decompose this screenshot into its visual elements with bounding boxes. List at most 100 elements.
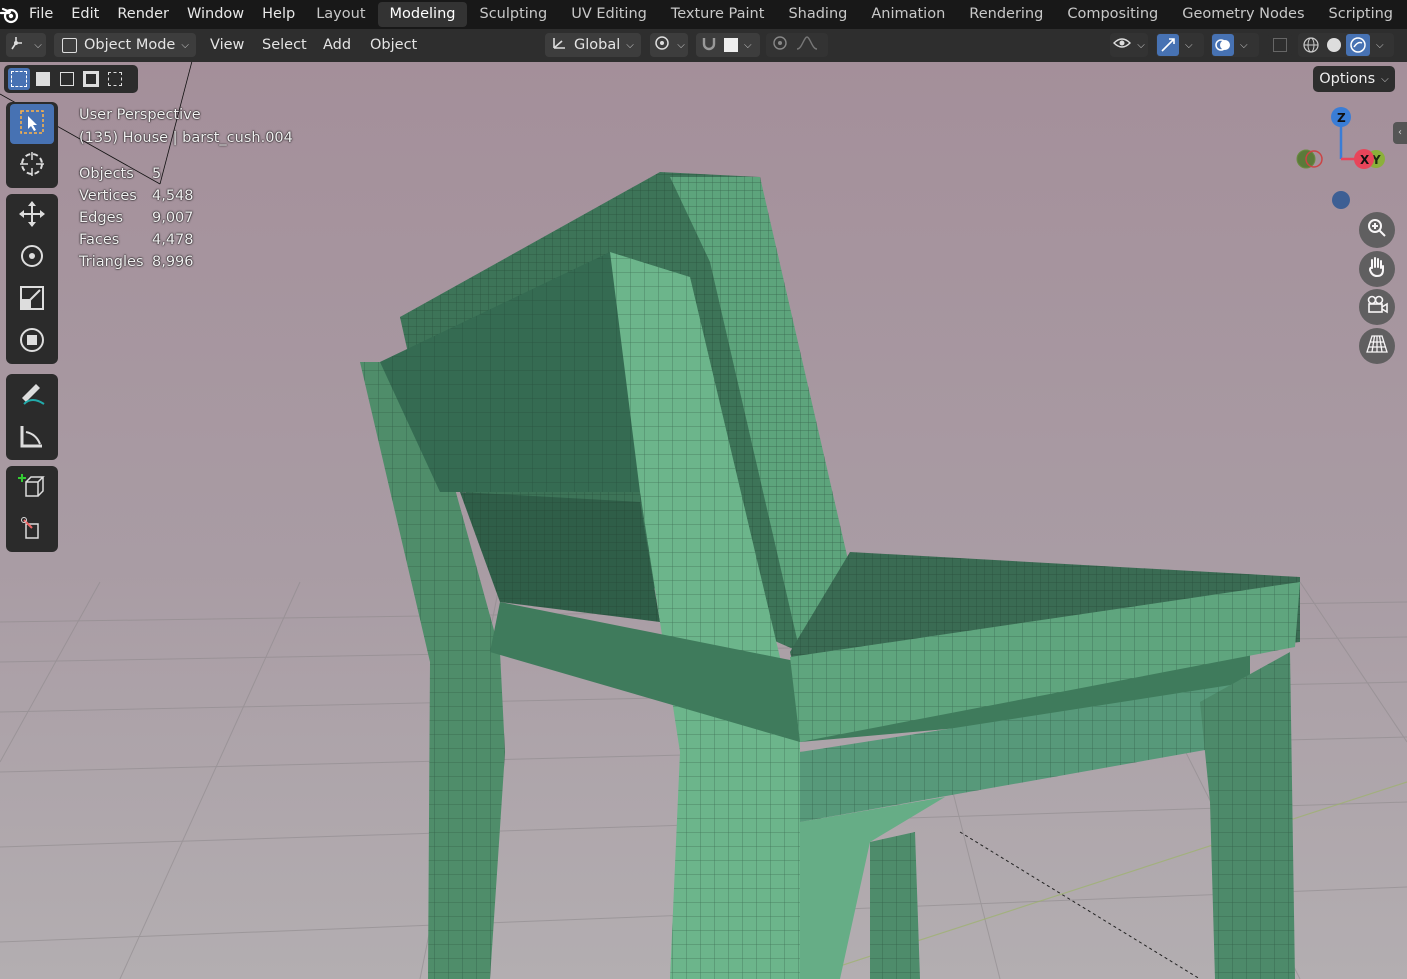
shading-modes[interactable]: ⌵ <box>1298 33 1394 57</box>
transform-icon <box>18 326 46 358</box>
transform-orientation-dropdown[interactable]: Global ⌵ <box>545 33 641 57</box>
tab-texture-paint[interactable]: Texture Paint <box>659 2 777 27</box>
view-name: User Perspective <box>79 107 201 123</box>
gizmo-toggle[interactable]: ⌵ <box>1156 33 1204 57</box>
pivot-icon <box>653 35 671 55</box>
extend-select-icon <box>36 72 50 86</box>
cursor-select-icon <box>19 109 45 139</box>
tab-animation[interactable]: Animation <box>859 2 957 27</box>
toolbar-annotate-group <box>6 374 58 460</box>
scale-icon <box>18 284 46 316</box>
overlays-icon <box>1212 34 1234 56</box>
object-mode-icon <box>62 37 77 53</box>
blender-logo-icon[interactable] <box>0 0 20 29</box>
material-shading-icon[interactable] <box>1346 34 1370 56</box>
sidebar-toggle-icon[interactable]: ‹ <box>1393 122 1407 144</box>
selection-mode-toolbar <box>4 65 138 93</box>
select-extend-button[interactable] <box>32 68 54 90</box>
visibility-dropdown[interactable]: ⌵ <box>1110 33 1148 57</box>
rotate-tool-button[interactable] <box>10 238 54 278</box>
solid-shading-icon[interactable] <box>1322 37 1346 53</box>
select-subtract-button[interactable] <box>56 68 78 90</box>
pan-button[interactable] <box>1359 251 1395 287</box>
proportional-editing[interactable] <box>766 33 828 57</box>
move-tool-button[interactable] <box>10 196 54 236</box>
origin-line <box>959 831 1201 979</box>
orientation-label: Global <box>574 37 621 53</box>
tab-geometry-nodes[interactable]: Geometry Nodes <box>1170 2 1316 27</box>
grid-perspective-icon <box>1366 334 1388 358</box>
menu-object[interactable]: Object <box>370 33 417 57</box>
3d-viewport[interactable]: User Perspective (135) House | barst_cus… <box>0 62 1407 979</box>
wireframe-shading-icon[interactable] <box>1300 37 1322 53</box>
eye-icon <box>1113 36 1132 54</box>
select-intersect-button[interactable] <box>104 68 126 90</box>
options-dropdown[interactable]: Options ⌵ <box>1313 66 1395 92</box>
select-invert-button[interactable] <box>80 68 102 90</box>
stats-vertices: Vertices 4,548 <box>79 188 194 204</box>
menu-select[interactable]: Select <box>262 33 307 57</box>
add-cube-tool-button[interactable] <box>10 468 54 508</box>
tab-layout[interactable]: Layout <box>304 2 377 27</box>
editor-type-button[interactable]: ⌵ <box>6 33 46 57</box>
mode-dropdown[interactable]: Object Mode ⌵ <box>54 33 196 57</box>
menu-add[interactable]: Add <box>323 33 351 57</box>
select-tool-button[interactable] <box>10 104 54 144</box>
camera-icon <box>1366 295 1388 319</box>
xray-icon <box>1273 38 1287 52</box>
invert-select-icon <box>83 71 99 87</box>
stats-objects: Objects 5 <box>79 166 162 182</box>
intersect-select-icon <box>108 72 122 86</box>
measure-tool-button[interactable] <box>10 418 54 458</box>
snap-controls[interactable]: ⌵ <box>696 33 760 57</box>
add-cube-icon <box>18 472 46 504</box>
select-box-mode-button[interactable] <box>8 68 30 90</box>
magnet-icon <box>700 35 718 55</box>
stats-edges: Edges 9,007 <box>79 210 194 226</box>
menu-edit[interactable]: Edit <box>62 0 108 29</box>
cube-cut-icon <box>18 514 46 546</box>
falloff-icon <box>796 35 818 55</box>
zoom-icon <box>1367 218 1387 242</box>
mode-label: Object Mode <box>84 37 176 53</box>
gizmo-icon <box>1157 34 1179 56</box>
scale-tool-button[interactable] <box>10 280 54 320</box>
cursor-transform-tool-button[interactable] <box>10 510 54 550</box>
tab-shading[interactable]: Shading <box>776 2 859 27</box>
menu-render[interactable]: Render <box>108 0 178 29</box>
tab-scripting[interactable]: Scripting <box>1317 2 1405 27</box>
viewport-info-overlay: User Perspective (135) House | barst_cus… <box>79 104 293 273</box>
menu-file[interactable]: File <box>20 0 62 29</box>
pivot-point-dropdown[interactable]: ⌵ <box>650 33 688 57</box>
tab-compositing[interactable]: Compositing <box>1055 2 1170 27</box>
transform-tool-button[interactable] <box>10 322 54 362</box>
menu-view[interactable]: View <box>210 33 244 57</box>
camera-view-button[interactable] <box>1359 289 1395 325</box>
toolbar-transform-group <box>6 194 58 364</box>
perspective-toggle-button[interactable] <box>1359 328 1395 364</box>
annotate-tool-button[interactable] <box>10 376 54 416</box>
cursor-tool-button[interactable] <box>10 146 54 186</box>
xray-toggle[interactable] <box>1268 33 1292 57</box>
neg-z-axis-icon[interactable] <box>1332 191 1350 209</box>
toolbar-add-group <box>6 466 58 552</box>
tab-rendering[interactable]: Rendering <box>957 2 1055 27</box>
move-icon <box>18 200 46 232</box>
proportional-icon <box>772 35 788 55</box>
menu-window[interactable]: Window <box>178 0 253 29</box>
tab-sculpting[interactable]: Sculpting <box>467 2 559 27</box>
tab-modeling[interactable]: Modeling <box>377 2 468 27</box>
editor-type-icon <box>10 35 28 55</box>
zoom-button[interactable] <box>1359 212 1395 248</box>
3d-cursor-icon <box>18 150 46 182</box>
tab-uv-editing[interactable]: UV Editing <box>559 2 659 27</box>
navigation-gizmo[interactable]: Y X Z <box>1290 102 1395 212</box>
annotate-pencil-icon <box>18 380 46 412</box>
menu-help[interactable]: Help <box>253 0 304 29</box>
measure-ruler-icon <box>18 422 46 454</box>
chair-mesh <box>360 172 1300 979</box>
orientation-icon <box>551 35 569 55</box>
snap-target-icon <box>724 38 738 52</box>
object-info: (135) House | barst_cush.004 <box>79 130 293 146</box>
overlays-toggle[interactable]: ⌵ <box>1211 33 1259 57</box>
